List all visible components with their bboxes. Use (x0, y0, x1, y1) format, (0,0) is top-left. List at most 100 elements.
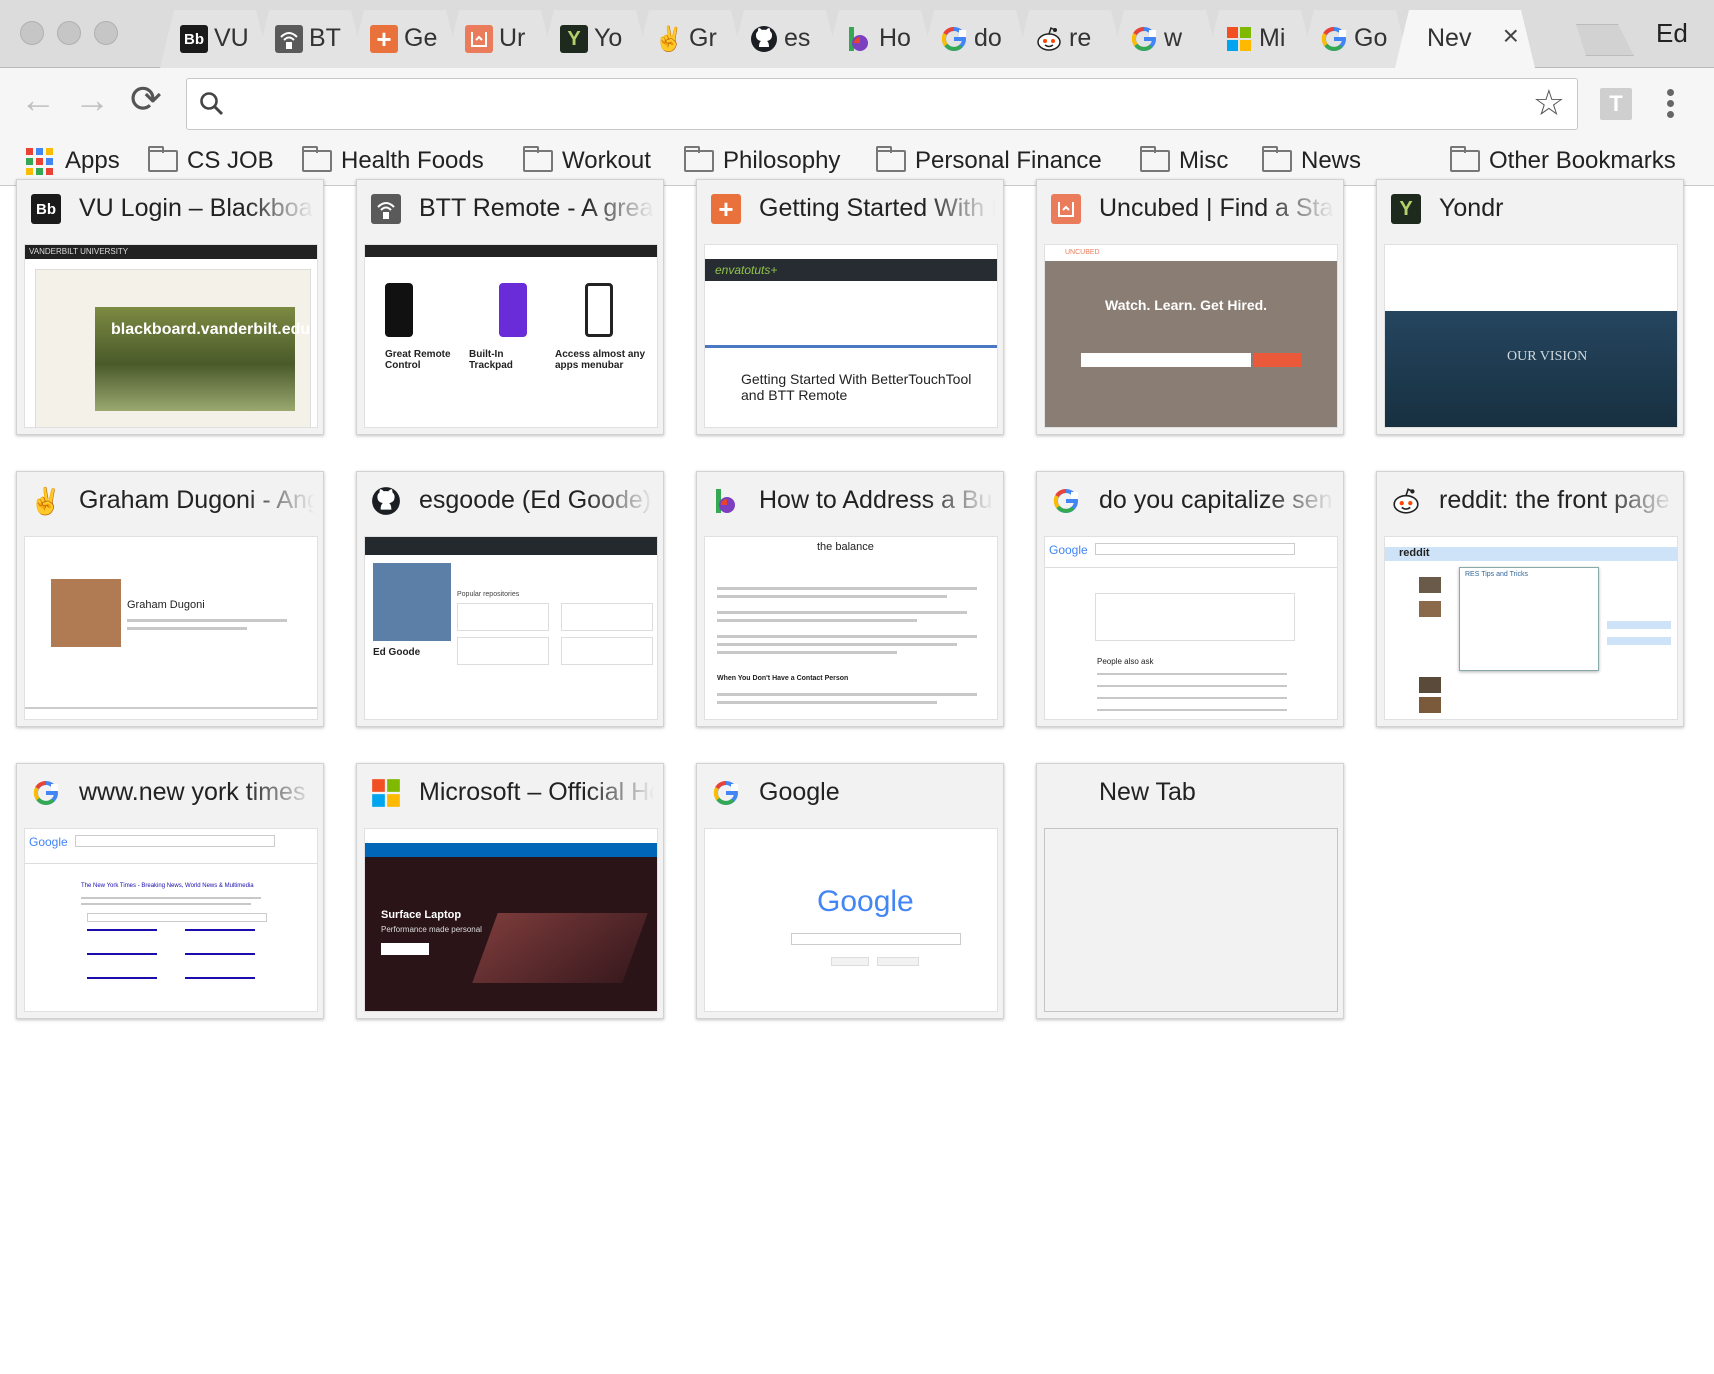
tab-envato-tuts[interactable]: + Ge (350, 10, 460, 68)
tile-google[interactable]: Google Google (696, 763, 1004, 1019)
folder-icon (523, 146, 553, 172)
tab-reddit[interactable]: re (1015, 10, 1125, 68)
tile-thumbnail: Google People also ask (1044, 536, 1338, 720)
bookmark-label: Misc (1179, 147, 1229, 174)
folder-icon (302, 146, 332, 172)
thumb-text-2: RES Tips and Tricks (1465, 571, 1529, 578)
tab-google-capitalize[interactable]: do (920, 10, 1030, 68)
tab-title: es (784, 24, 811, 52)
close-window-button[interactable] (20, 21, 44, 45)
thumb-text-2: Performance made personal (381, 925, 482, 934)
menu-dots-icon[interactable] (1660, 86, 1680, 122)
tile-the-balance[interactable]: How to Address a Business Letter the bal… (696, 471, 1004, 727)
tile-title: How to Address a Business Letter (759, 486, 995, 515)
tab-google-nyt[interactable]: w (1110, 10, 1220, 68)
thumb-text: Google (817, 885, 914, 918)
tile-angellist[interactable]: ✌ Graham Dugoni - AngelList Graham Dugon… (16, 471, 324, 727)
apps-grid-icon (26, 147, 53, 175)
bookmark-folder-misc[interactable]: Misc (1140, 144, 1228, 178)
profile-name[interactable]: Ed (1656, 18, 1688, 49)
thumb-text: Surface Laptop (381, 909, 462, 921)
bookmark-label: Workout (562, 147, 651, 174)
yondr-icon: Y (1391, 194, 1421, 224)
tab-title: re (1069, 24, 1092, 52)
omnibox[interactable]: ☆ (186, 78, 1578, 130)
thumb-header: UNCUBED (1065, 249, 1100, 256)
bookmark-apps[interactable]: Apps (26, 144, 120, 178)
reload-icon[interactable]: ⟳ (130, 81, 162, 119)
tile-vu-login[interactable]: Bb VU Login – Blackboard VANDERBILT UNIV… (16, 179, 324, 435)
minimize-window-button[interactable] (57, 21, 81, 45)
tile-google-capitalize[interactable]: do you capitalize senior Google People a… (1036, 471, 1344, 727)
tile-yondr[interactable]: Y Yondr OUR VISION (1376, 179, 1684, 435)
uncubed-icon (1051, 194, 1081, 224)
bookmark-folder-workout[interactable]: Workout (523, 144, 651, 178)
tile-envato-tuts[interactable]: + Getting Started With BetterTouchTool e… (696, 179, 1004, 435)
thumb-text: Watch. Learn. Get Hired. (1105, 297, 1268, 313)
angellist-icon: ✌ (31, 486, 61, 516)
tab-title: Ho (879, 24, 911, 52)
google-icon (1130, 25, 1158, 53)
bookmark-folder-cs-job[interactable]: CS JOB (148, 144, 274, 178)
bookmark-star-icon[interactable]: ☆ (1533, 83, 1565, 123)
bookmark-folder-philosophy[interactable]: Philosophy (684, 144, 840, 178)
zoom-window-button[interactable] (94, 21, 118, 45)
search-icon (200, 92, 224, 116)
bookmark-label: Apps (65, 147, 120, 174)
google-icon (31, 778, 61, 808)
tile-thumbnail: OUR VISION (1384, 244, 1678, 428)
tile-btt-remote[interactable]: BTT Remote - A great Great Remote Contro… (356, 179, 664, 435)
tab-btt-remote[interactable]: BT (255, 10, 365, 68)
tab-title: Ur (499, 24, 526, 52)
bookmark-label: Health Foods (341, 147, 484, 174)
thumb-text-2: Built-In Trackpad (469, 349, 513, 371)
tab-yondr[interactable]: Y Yo (540, 10, 650, 68)
folder-icon (148, 146, 178, 172)
tab-uncubed[interactable]: Ur (445, 10, 555, 68)
tab-vu-login[interactable]: Bb VU (160, 10, 270, 68)
tab-microsoft[interactable]: Mi (1205, 10, 1315, 68)
btt-remote-icon (371, 194, 401, 224)
tile-thumbnail: Great Remote Control Built-In Trackpad A… (364, 244, 658, 428)
folder-icon (684, 146, 714, 172)
bookmark-folder-personal-finance[interactable]: Personal Finance (876, 144, 1102, 178)
tile-uncubed[interactable]: Uncubed | Find a Startup Job UNCUBED Wat… (1036, 179, 1344, 435)
tab-google[interactable]: Go (1300, 10, 1410, 68)
tile-google-nyt[interactable]: www.new york times - Google Search Googl… (16, 763, 324, 1019)
thumb-text: reddit (1399, 547, 1430, 559)
avatar[interactable]: T (1600, 88, 1632, 120)
tile-thumbnail: VANDERBILT UNIVERSITY blackboard.vanderb… (24, 244, 318, 428)
tab-angellist[interactable]: ✌ Gr (635, 10, 745, 68)
forward-arrow-icon[interactable]: → (74, 82, 110, 118)
tile-microsoft[interactable]: Microsoft – Official Home Page Surface L… (356, 763, 664, 1019)
folder-icon (876, 146, 906, 172)
tile-title: Yondr (1439, 194, 1675, 223)
tab-the-balance[interactable]: Ho (825, 10, 935, 68)
bookmark-folder-health-foods[interactable]: Health Foods (302, 144, 484, 178)
tab-title: BT (309, 24, 341, 52)
bookmark-folder-news[interactable]: News (1262, 144, 1361, 178)
close-icon[interactable]: × (1503, 22, 1519, 50)
tile-new-tab[interactable]: New Tab (1036, 763, 1344, 1019)
back-arrow-icon[interactable]: ← (20, 82, 56, 118)
tile-thumbnail: envatotuts+ Getting Started With BetterT… (704, 244, 998, 428)
tabs: Bb VU BT + Ge Ur Y Yo ✌ Gr es Ho do re w… (160, 10, 1630, 68)
github-icon (371, 486, 401, 516)
bookmark-folder-other-bookmarks[interactable]: Other Bookmarks (1450, 144, 1676, 178)
thumb-text: OUR VISION (1507, 349, 1588, 364)
tile-github[interactable]: esgoode (Ed Goode) Ed Goode Popular repo… (356, 471, 664, 727)
tab-title: do (974, 24, 1002, 52)
thumb-text-2: Popular repositories (457, 591, 520, 598)
thumb-text-2: When You Don't Have a Contact Person (717, 675, 849, 682)
folder-icon (1262, 146, 1292, 172)
tab-new-tab[interactable]: Nev × (1395, 10, 1535, 68)
tab-title: VU (214, 24, 249, 52)
tile-reddit[interactable]: reddit: the front page of the internet r… (1376, 471, 1684, 727)
thumb-text: Getting Started With BetterTouchTool and… (741, 371, 972, 403)
address-input[interactable] (233, 87, 1513, 121)
bookmark-label: CS JOB (187, 147, 274, 174)
tab-github[interactable]: es (730, 10, 840, 68)
envato-tuts-icon: + (370, 25, 398, 53)
btt-remote-icon (275, 25, 303, 53)
tile-title: do you capitalize senior (1099, 486, 1335, 515)
